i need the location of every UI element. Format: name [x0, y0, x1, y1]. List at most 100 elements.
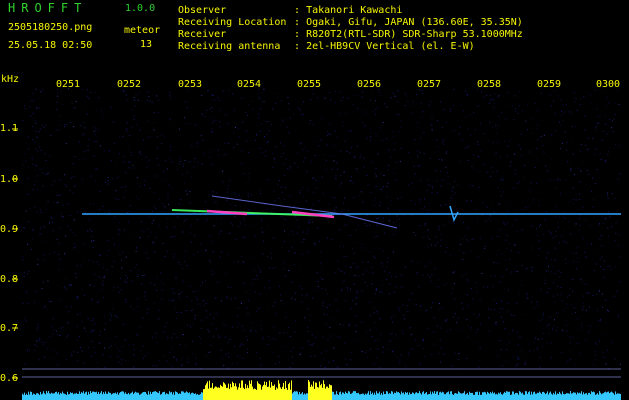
noise-dot [140, 221, 142, 223]
noise-dot [217, 149, 219, 151]
level-bar [565, 394, 566, 400]
noise-dot [285, 158, 287, 160]
noise-dot [63, 287, 65, 289]
noise-dot [531, 270, 533, 272]
noise-dot [24, 363, 26, 365]
noise-dot [300, 209, 302, 211]
level-bar [329, 384, 330, 400]
level-bar [116, 393, 117, 400]
noise-dot [379, 318, 381, 320]
noise-dot [552, 265, 554, 267]
spectrogram-display[interactable] [22, 88, 621, 400]
noise-dot [494, 309, 496, 311]
noise-dot [373, 204, 375, 206]
level-bar [456, 393, 457, 400]
noise-dot [491, 202, 493, 204]
noise-dot [290, 169, 292, 171]
noise-dot [149, 131, 151, 133]
noise-dot [135, 94, 137, 96]
level-bar [119, 392, 120, 400]
noise-dot [153, 122, 155, 124]
noise-dot [469, 184, 471, 186]
level-bar [571, 393, 572, 400]
noise-dot [275, 312, 276, 314]
noise-dot [396, 114, 398, 116]
noise-dot [246, 140, 248, 142]
noise-dot [539, 225, 540, 227]
level-bar [338, 395, 339, 400]
noise-dot [381, 292, 383, 294]
level-bar [230, 383, 231, 400]
noise-dot [129, 135, 131, 136]
noise-dot [282, 303, 284, 305]
file-name: 2505180250.png [8, 22, 93, 33]
noise-dot [566, 141, 568, 143]
noise-dot [243, 263, 245, 265]
noise-dot [552, 237, 554, 239]
noise-dot [277, 184, 279, 186]
noise-dot [129, 335, 131, 337]
noise-dot [288, 250, 289, 252]
noise-dot [312, 93, 314, 95]
noise-dot [148, 228, 150, 230]
noise-dot [76, 296, 78, 297]
noise-dot [490, 175, 492, 177]
noise-dot [399, 309, 401, 311]
noise-dot [476, 223, 478, 225]
noise-dot [283, 262, 285, 264]
level-bar [288, 384, 289, 400]
noise-dot [379, 367, 381, 369]
level-bar [545, 394, 546, 400]
noise-dot [171, 366, 173, 368]
noise-dot [499, 281, 501, 283]
noise-dot [441, 307, 443, 309]
noise-dot [42, 344, 44, 346]
noise-dot [466, 358, 468, 359]
level-bar [332, 391, 333, 400]
noise-dot [569, 200, 571, 202]
level-bar [549, 392, 550, 400]
noise-dot [388, 220, 390, 222]
noise-dot [310, 344, 312, 346]
noise-dot [31, 238, 33, 240]
level-bar [475, 392, 476, 400]
noise-dot [546, 342, 548, 344]
noise-dot [316, 272, 318, 274]
noise-dot [163, 284, 165, 285]
noise-dot [517, 357, 519, 358]
noise-dot [496, 303, 497, 305]
noise-dot [420, 362, 422, 364]
noise-dot [316, 188, 318, 189]
noise-dot [574, 101, 576, 103]
noise-dot [220, 109, 222, 111]
noise-dot [173, 299, 175, 301]
noise-dot [307, 252, 309, 254]
noise-dot [408, 151, 410, 153]
noise-dot [428, 104, 430, 106]
noise-dot [185, 219, 187, 221]
level-bar [299, 391, 300, 400]
noise-dot [454, 180, 456, 182]
noise-dot [108, 151, 110, 153]
noise-dot [330, 99, 332, 101]
noise-dot [596, 344, 598, 346]
noise-dot [151, 222, 153, 224]
noise-dot [516, 331, 518, 333]
noise-dot [114, 244, 116, 246]
noise-dot [329, 326, 331, 328]
level-bar [169, 391, 170, 400]
level-bar [367, 393, 368, 400]
noise-dot [119, 136, 121, 138]
noise-dot [93, 341, 95, 343]
noise-dot [268, 130, 270, 132]
noise-dot [598, 320, 600, 322]
level-bar [593, 391, 594, 400]
noise-dot [369, 251, 370, 253]
noise-dot [75, 276, 77, 278]
noise-dot [291, 296, 293, 298]
noise-dot [400, 274, 402, 276]
noise-dot [241, 122, 243, 123]
noise-dot [287, 234, 289, 236]
noise-dot [337, 367, 339, 369]
noise-dot [210, 313, 212, 315]
